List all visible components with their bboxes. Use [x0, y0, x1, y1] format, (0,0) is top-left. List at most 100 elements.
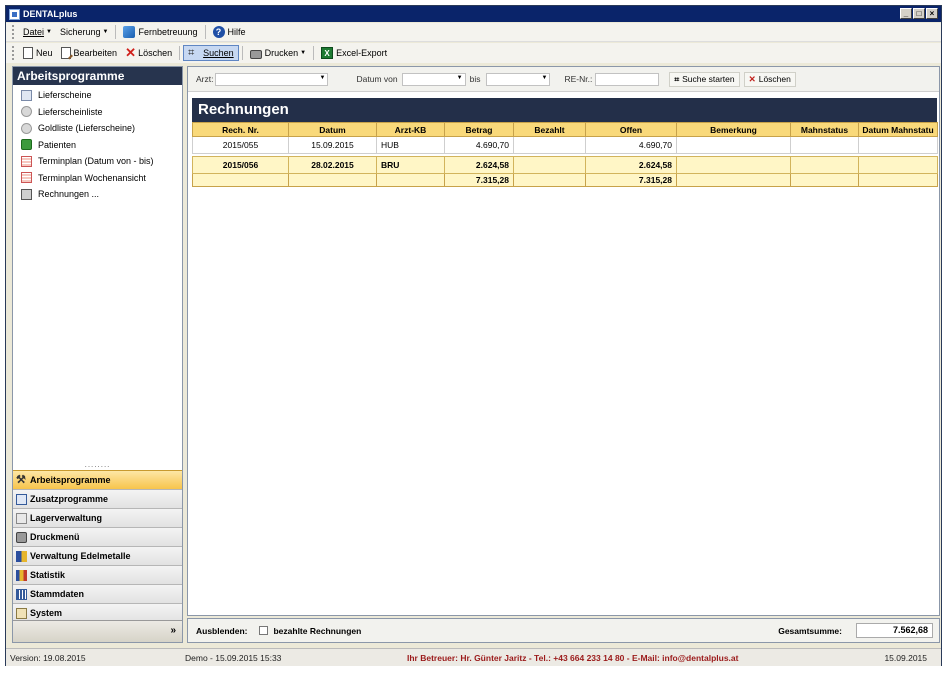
sidebar-item-lieferscheine[interactable]: Lieferscheine	[13, 87, 182, 104]
col-header-arzt-kb[interactable]: Arzt-KB	[376, 122, 445, 137]
sidebar: Arbeitsprogramme Lieferscheine Liefersch…	[12, 66, 183, 643]
arzt-select[interactable]	[215, 72, 329, 86]
sum-cell-empty	[676, 173, 791, 187]
cell-datum-mahn	[858, 136, 938, 154]
printer-icon	[249, 49, 262, 59]
list-icon	[21, 89, 32, 101]
binoculars-icon: ⌗	[674, 73, 680, 84]
splitter-grip[interactable]: ........	[13, 461, 182, 470]
sidebar-item-terminplan-woche[interactable]: Terminplan Wochenansicht	[13, 170, 182, 187]
printer-icon	[16, 531, 27, 543]
minimize-button[interactable]: _	[900, 8, 912, 19]
re-nr-input[interactable]	[595, 72, 660, 86]
nav-zusatzprogramme[interactable]: Zusatzprogramme	[13, 489, 182, 508]
edit-button[interactable]: Bearbeiten	[57, 45, 122, 61]
sum-cell-empty	[376, 173, 445, 187]
nav-stammdaten[interactable]: Stammdaten	[13, 584, 182, 603]
binoculars-icon: ⌗	[188, 47, 195, 59]
sum-cell-empty	[858, 173, 938, 187]
cell-bemerkung	[676, 156, 791, 174]
re-nr-label: RE-Nr.:	[564, 74, 593, 84]
sum-cell-empty	[790, 173, 859, 187]
menu-datei[interactable]: Datei ▼	[19, 24, 56, 40]
print-button[interactable]: Drucken ▼	[246, 45, 310, 61]
ausblenden-label: Ausblenden:	[196, 625, 248, 636]
menu-hilfe[interactable]: ? Hilfe	[209, 24, 250, 40]
nav-lagerverwaltung[interactable]: Lagerverwaltung	[13, 508, 182, 527]
toolbar-grip	[12, 46, 15, 60]
search-button[interactable]: ⌗ Suchen	[183, 45, 239, 61]
sum-cell-empty	[513, 173, 586, 187]
close-button[interactable]: ×	[926, 8, 938, 19]
patients-icon	[21, 139, 32, 151]
status-bar: Version: 19.08.2015 Demo - 15.09.2015 15…	[6, 648, 941, 666]
datum-von-label: Datum von	[356, 74, 398, 84]
cell-arzt: HUB	[376, 136, 445, 154]
table-icon	[16, 588, 27, 600]
delete-button[interactable]: ✕ Löschen	[121, 45, 176, 61]
cell-datum-mahn	[858, 156, 938, 174]
datum-bis-select[interactable]	[486, 72, 551, 86]
datum-von-select[interactable]	[401, 72, 466, 86]
col-header-mahnstatus[interactable]: Mahnstatus	[790, 122, 859, 137]
toolbar: Neu Bearbeiten ✕ Löschen ⌗ Suchen Drucken ▼…	[6, 43, 941, 63]
cell-offen: 4.690,70	[585, 136, 677, 154]
maximize-button[interactable]: □	[913, 8, 925, 19]
nav-druckmenue[interactable]: Druckmenü	[13, 527, 182, 546]
col-header-bemerkung[interactable]: Bemerkung	[676, 122, 791, 137]
start-search-button[interactable]: ⌗ Suche starten	[669, 71, 740, 87]
sidebar-item-terminplan-datum[interactable]: Terminplan (Datum von - bis)	[13, 153, 182, 170]
bottom-bar: Ausblenden: bezahlte Rechnungen Gesamtsu…	[187, 618, 940, 643]
calculator-icon	[21, 188, 32, 200]
warehouse-icon	[16, 512, 27, 524]
col-header-bezahlt[interactable]: Bezahlt	[513, 122, 586, 137]
chevron-down-icon: ▼	[102, 29, 109, 35]
cell-mahnstatus	[790, 136, 859, 154]
clear-filter-button[interactable]: ✕ Löschen	[743, 71, 796, 87]
table-header-row: Rech. Nr. Datum Arzt-KB Betrag Bezahlt O…	[192, 122, 938, 137]
col-header-rech-nr[interactable]: Rech. Nr.	[192, 122, 289, 137]
status-date: 15.09.2015	[884, 652, 927, 663]
col-header-datum[interactable]: Datum	[288, 122, 377, 137]
delete-icon: ✕	[125, 45, 136, 60]
bar-chart-icon	[16, 569, 27, 581]
excel-icon: X	[321, 47, 334, 59]
edit-icon	[60, 47, 71, 59]
nav-statistik[interactable]: Statistik	[13, 565, 182, 584]
menu-separator	[115, 25, 117, 39]
window-controls: _ □ ×	[900, 8, 938, 19]
chevron-down-icon: ▼	[46, 29, 52, 35]
sidebar-item-patienten[interactable]: Patienten	[13, 137, 182, 154]
tools-icon: ⚒	[16, 473, 26, 486]
table-row[interactable]: 2015/056 28.02.2015 BRU 2.624,58 2.624,5…	[192, 156, 938, 174]
sidebar-item-lieferscheinliste[interactable]: Lieferscheinliste	[13, 104, 182, 121]
cell-datum: 15.09.2015	[288, 136, 377, 154]
nav-arbeitsprogramme[interactable]: ⚒ Arbeitsprogramme	[13, 470, 182, 489]
report-icon	[21, 122, 32, 134]
nav-edelmetalle[interactable]: Verwaltung Edelmetalle	[13, 546, 182, 565]
excel-export-button[interactable]: X Excel-Export	[317, 45, 391, 61]
toolbar-separator	[313, 46, 315, 60]
sidebar-header: Arbeitsprogramme	[13, 67, 182, 85]
sidebar-item-goldliste[interactable]: Goldliste (Lieferscheine)	[13, 120, 182, 137]
new-button[interactable]: Neu	[19, 45, 57, 61]
cell-offen: 2.624,58	[585, 156, 677, 174]
menu-sicherung[interactable]: Sicherung ▼	[56, 24, 112, 40]
table-row[interactable]: 2015/055 15.09.2015 HUB 4.690,70 4.690,7…	[192, 136, 938, 154]
cell-bemerkung	[676, 136, 791, 154]
col-header-datum-mahnstatus[interactable]: Datum Mahnstatu	[858, 122, 938, 137]
col-header-offen[interactable]: Offen	[585, 122, 677, 137]
menu-fernbetreuung[interactable]: Fernbetreuung	[119, 24, 201, 40]
system-icon	[16, 607, 27, 619]
nav-more-button[interactable]: »	[13, 620, 182, 642]
window-title: DENTALplus	[23, 9, 78, 19]
sidebar-item-rechnungen[interactable]: Rechnungen ...	[13, 186, 182, 203]
hide-paid-label[interactable]: bezahlte Rechnungen	[273, 626, 361, 636]
main-panel: Arzt: Datum von bis RE-Nr.: ⌗Suche start…	[187, 66, 940, 616]
hide-paid-checkbox[interactable]	[259, 626, 269, 635]
cell-datum: 28.02.2015	[288, 156, 377, 174]
app-window: DENTALplus _ □ × Datei ▼ Sicherung ▼ Fernb…	[5, 5, 942, 666]
sidebar-nav: ⚒ Arbeitsprogramme Zusatzprogramme Lagerv…	[13, 470, 182, 622]
page-title: Rechnungen	[192, 98, 937, 122]
col-header-betrag[interactable]: Betrag	[444, 122, 514, 137]
